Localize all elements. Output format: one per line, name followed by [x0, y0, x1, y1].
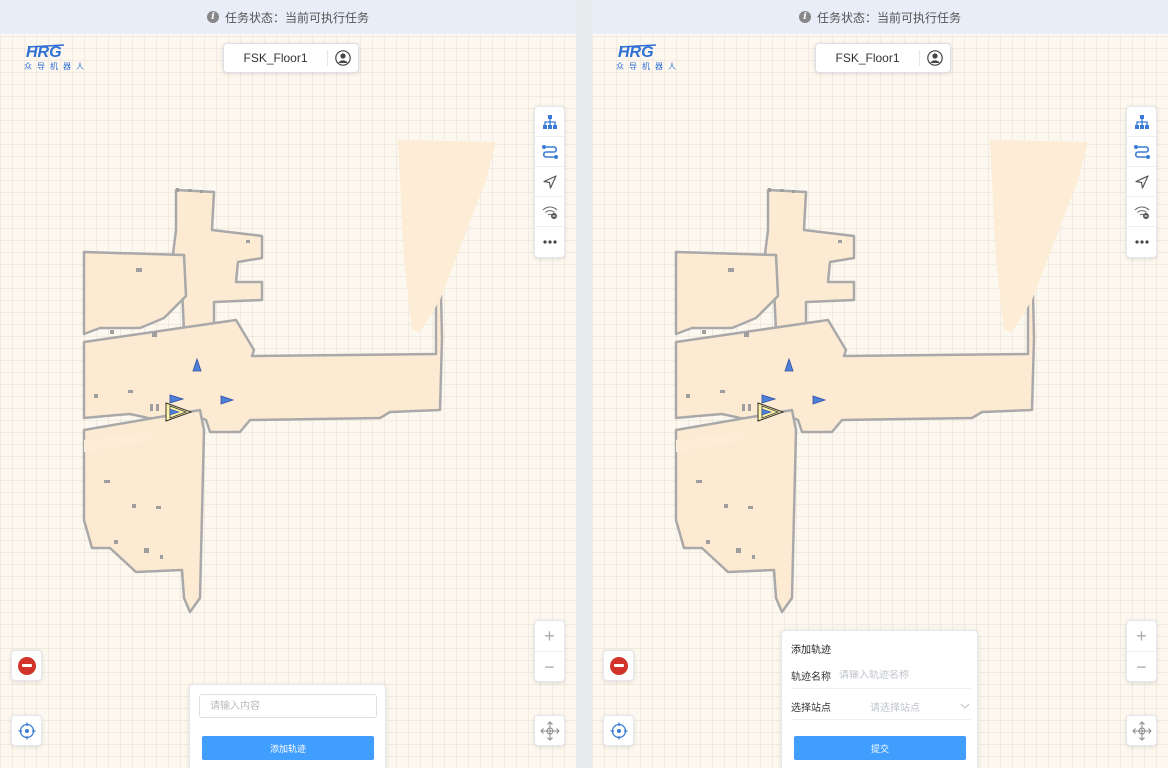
task-status-bar: i 任务状态：当前可执行任务 — [592, 0, 1168, 34]
route-button[interactable] — [1127, 137, 1156, 167]
trajectory-name-input[interactable] — [839, 669, 971, 681]
more-icon — [542, 240, 557, 244]
wifi-signal-icon — [1134, 205, 1149, 219]
locate-button[interactable] — [11, 715, 42, 746]
zoom-control: + − — [1126, 620, 1157, 682]
sitemap-button[interactable] — [1127, 107, 1156, 137]
trajectory-name-label: 轨迹名称 — [791, 671, 831, 683]
station-select-label: 选择站点 — [791, 702, 831, 714]
stop-icon — [17, 656, 36, 675]
hrg-logo-icon: HRG — [26, 44, 65, 60]
navigate-button[interactable] — [535, 167, 564, 197]
task-status-bar: i 任务状态：当前可执行任务 — [0, 0, 576, 34]
task-status-text: 任务状态：当前可执行任务 — [816, 10, 961, 25]
hrg-logo-icon: HRG — [618, 44, 657, 60]
map-toolbar — [1126, 106, 1157, 258]
add-trajectory-button[interactable]: 添加轨迹 — [202, 736, 374, 760]
more-button[interactable] — [535, 227, 564, 257]
stop-icon — [609, 656, 628, 675]
station-select[interactable]: 请选择站点 — [870, 699, 959, 714]
user-avatar-icon[interactable] — [920, 50, 950, 66]
pan-button[interactable] — [1126, 715, 1157, 746]
sitemap-button[interactable] — [535, 107, 564, 137]
emergency-stop-button[interactable] — [603, 650, 634, 681]
floor-name[interactable]: FSK_Floor1 — [816, 50, 920, 66]
user-avatar-icon[interactable] — [328, 50, 358, 66]
crosshair-icon — [18, 722, 35, 739]
info-icon: i — [206, 11, 219, 23]
wifi-signal-icon — [542, 205, 557, 219]
info-icon: i — [798, 11, 811, 23]
route-icon — [541, 144, 558, 159]
map-panel-right: i 任务状态：当前可执行任务 HRG 众导机器人 FSK_Floor1 + − … — [592, 0, 1168, 768]
sitemap-icon — [542, 114, 557, 129]
station-select-row[interactable]: 选择站点 请选择站点 — [791, 693, 971, 720]
floor-selector[interactable]: FSK_Floor1 — [815, 43, 951, 73]
more-button[interactable] — [1127, 227, 1156, 257]
map-toolbar — [534, 106, 565, 258]
move-arrows-icon — [1131, 720, 1152, 741]
trajectory-name-row: 轨迹名称 — [791, 662, 971, 689]
submit-button[interactable]: 提交 — [794, 736, 966, 760]
chevron-down-icon[interactable] — [959, 703, 971, 709]
navigate-arrow-icon — [542, 174, 557, 189]
zoom-in-button[interactable]: + — [535, 621, 564, 652]
map-panel-left: i 任务状态：当前可执行任务 HRG 众导机器人 FSK_Floor1 + − … — [0, 0, 576, 768]
zoom-control: + − — [534, 620, 565, 682]
route-button[interactable] — [535, 137, 564, 167]
wifi-button[interactable] — [1127, 197, 1156, 227]
floor-name[interactable]: FSK_Floor1 — [224, 50, 328, 66]
company-logo: HRG 众导机器人 — [616, 42, 681, 76]
zoom-out-button[interactable]: − — [535, 652, 564, 682]
logo-subtitle: 众导机器人 — [616, 62, 681, 71]
task-status-text: 任务状态：当前可执行任务 — [224, 10, 369, 25]
route-icon — [1133, 144, 1150, 159]
content-input[interactable] — [199, 694, 377, 718]
emergency-stop-button[interactable] — [11, 650, 42, 681]
locate-button[interactable] — [603, 715, 634, 746]
more-icon — [1134, 240, 1149, 244]
floor-selector[interactable]: FSK_Floor1 — [223, 43, 359, 73]
navigate-arrow-icon — [1134, 174, 1149, 189]
zoom-out-button[interactable]: − — [1127, 652, 1156, 682]
wifi-button[interactable] — [535, 197, 564, 227]
sitemap-icon — [1134, 114, 1149, 129]
trajectory-card: 添加轨迹 — [189, 684, 386, 768]
navigate-button[interactable] — [1127, 167, 1156, 197]
crosshair-icon — [610, 722, 627, 739]
move-arrows-icon — [539, 720, 560, 741]
zoom-in-button[interactable]: + — [1127, 621, 1156, 652]
pan-button[interactable] — [534, 715, 565, 746]
floor-map[interactable] — [0, 0, 576, 768]
add-trajectory-form: 添加轨迹 轨迹名称 选择站点 请选择站点 提交 — [781, 630, 978, 768]
logo-subtitle: 众导机器人 — [24, 62, 89, 71]
form-title: 添加轨迹 — [791, 645, 831, 656]
company-logo: HRG 众导机器人 — [24, 42, 89, 76]
